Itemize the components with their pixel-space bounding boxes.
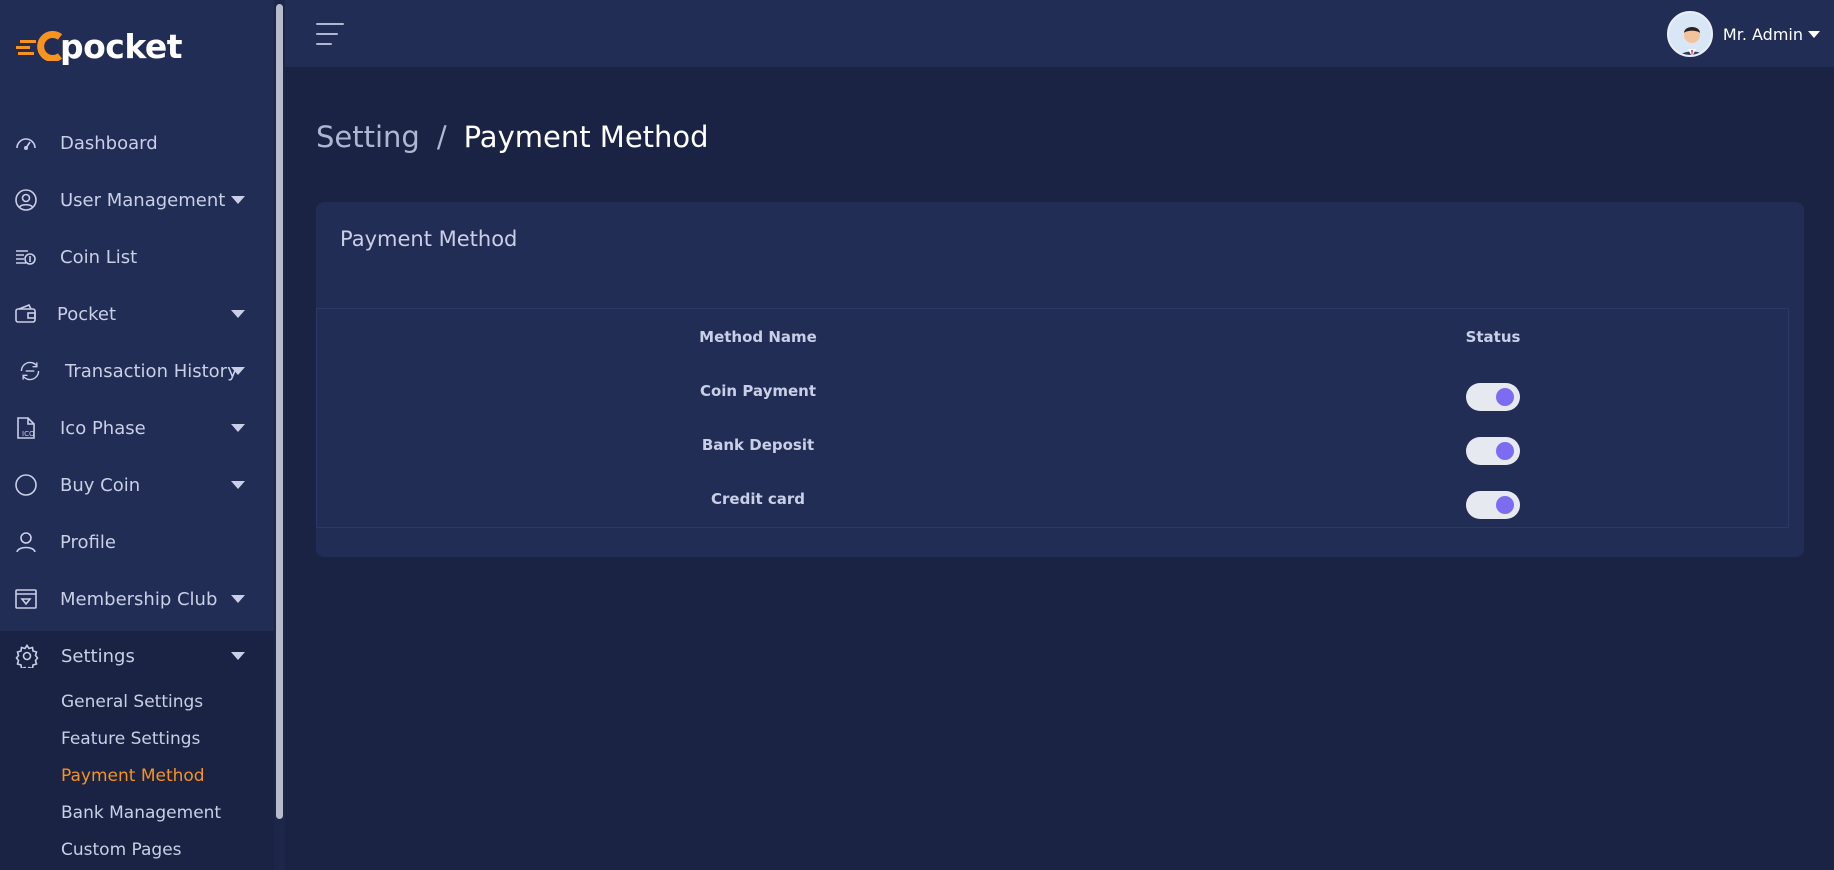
sidebar-item-ico-phase[interactable]: ICO Ico Phase — [0, 404, 270, 452]
method-name-cell: Bank Deposit — [701, 436, 815, 454]
chevron-down-icon — [231, 652, 245, 660]
chevron-down-icon — [231, 196, 245, 204]
status-toggle[interactable] — [1466, 491, 1520, 519]
sidebar-item-membership-club[interactable]: Membership Club — [0, 575, 270, 623]
toggle-knob — [1496, 388, 1514, 406]
status-toggle[interactable] — [1466, 383, 1520, 411]
card-title: Payment Method — [340, 227, 518, 251]
method-name-cell: Credit card — [711, 490, 805, 508]
breadcrumb: Setting / Payment Method — [316, 120, 709, 154]
topbar: Mr. Admin — [285, 0, 1834, 67]
toggle-knob — [1496, 496, 1514, 514]
page-title: Payment Method — [463, 120, 709, 154]
sidebar-item-pocket[interactable]: Pocket — [0, 290, 270, 338]
breadcrumb-separator: / — [436, 120, 447, 154]
chevron-down-icon — [1808, 30, 1820, 38]
avatar — [1666, 11, 1713, 57]
gear-icon — [15, 644, 39, 668]
user-name: Mr. Admin — [1722, 24, 1803, 44]
logo[interactable]: pocket — [16, 26, 183, 66]
sidebar-item-settings[interactable]: Settings — [0, 632, 270, 680]
status-toggle[interactable] — [1466, 437, 1520, 465]
sidebar-item-label: Ico Phase — [60, 417, 146, 439]
logo-text: pocket — [60, 26, 183, 66]
sidebar: pocket Dashboard User Management Coin Li… — [0, 0, 285, 870]
sidebar-item-label: Settings — [61, 645, 135, 667]
ico-document-icon: ICO — [14, 416, 38, 440]
sidebar-item-label: Membership Club — [60, 588, 218, 610]
submenu-item-feature-settings[interactable]: Feature Settings — [61, 729, 200, 749]
breadcrumb-parent[interactable]: Setting — [316, 120, 420, 154]
user-icon — [14, 530, 38, 554]
chevron-down-icon — [231, 424, 245, 432]
sidebar-item-dashboard[interactable]: Dashboard — [0, 119, 270, 167]
diamond-card-icon — [14, 587, 38, 611]
chevron-down-icon — [231, 595, 245, 603]
chevron-down-icon — [231, 367, 245, 375]
submenu-item-general-settings[interactable]: General Settings — [61, 692, 203, 712]
submenu-item-custom-pages[interactable]: Custom Pages — [61, 840, 182, 860]
coin-list-icon — [14, 245, 38, 269]
toggle-knob — [1496, 442, 1514, 460]
submenu-item-bank-management[interactable]: Bank Management — [61, 803, 221, 823]
submenu-item-payment-method[interactable]: Payment Method — [61, 766, 205, 786]
payment-method-table: Method Name Status Coin Payment Bank Dep… — [316, 308, 1789, 528]
column-header-method-name: Method Name — [699, 328, 817, 346]
sidebar-item-label: Coin List — [60, 246, 138, 268]
sidebar-item-label: Buy Coin — [60, 474, 141, 496]
circle-icon — [14, 473, 38, 497]
wallet-icon — [14, 302, 38, 326]
sidebar-item-transaction-history[interactable]: Transaction History — [0, 347, 270, 395]
sidebar-item-coin-list[interactable]: Coin List — [0, 233, 270, 281]
sidebar-item-profile[interactable]: Profile — [0, 518, 270, 566]
sidebar-item-label: Pocket — [57, 303, 117, 325]
chevron-down-icon — [231, 481, 245, 489]
sidebar-item-label: Dashboard — [60, 132, 158, 154]
sidebar-item-label: Transaction History — [65, 360, 238, 382]
sidebar-item-label: Profile — [60, 531, 116, 553]
sidebar-item-user-management[interactable]: User Management — [0, 176, 270, 224]
method-name-cell: Coin Payment — [699, 382, 817, 400]
sidebar-item-buy-coin[interactable]: Buy Coin — [0, 461, 270, 509]
chevron-down-icon — [231, 310, 245, 318]
column-header-status: Status — [1465, 328, 1521, 346]
logo-mark-icon — [16, 31, 64, 62]
history-icon — [16, 359, 44, 383]
svg-text:ICO: ICO — [22, 430, 35, 438]
payment-method-card: Payment Method Method Name Status Coin P… — [316, 202, 1804, 557]
user-circle-icon — [14, 188, 38, 212]
sidebar-scrollbar-thumb[interactable] — [276, 4, 283, 819]
dashboard-icon — [14, 131, 38, 155]
hamburger-menu-icon[interactable] — [316, 22, 344, 46]
sidebar-item-label: User Management — [60, 189, 226, 211]
user-menu[interactable]: Mr. Admin — [1666, 10, 1820, 58]
